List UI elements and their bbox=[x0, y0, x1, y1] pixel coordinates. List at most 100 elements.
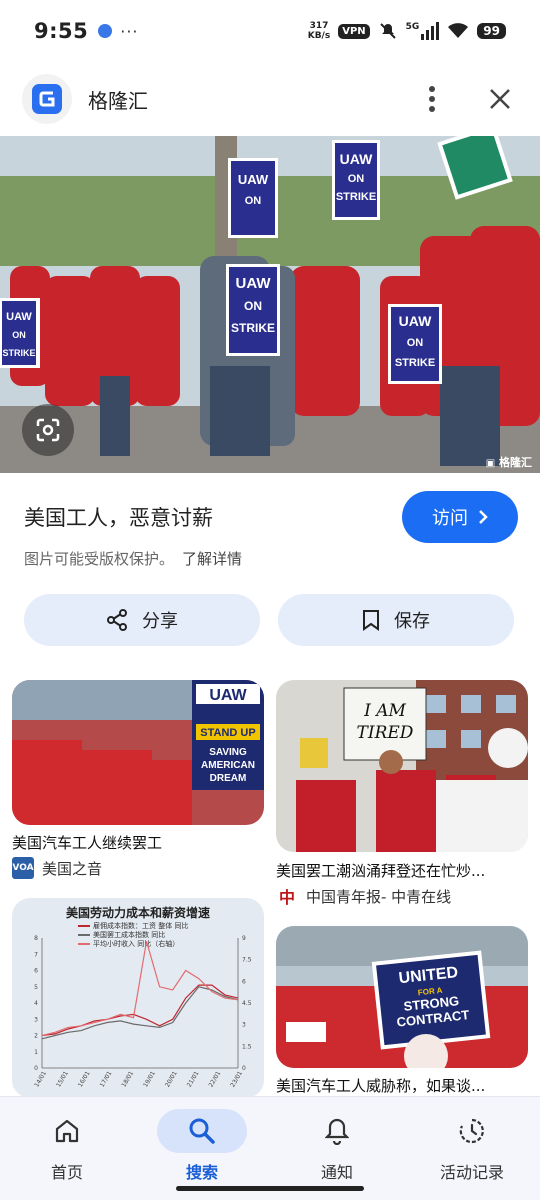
x-tick-label: 16/01 bbox=[77, 1070, 92, 1089]
y-right-tick-label: 1.5 bbox=[242, 1043, 252, 1050]
y-left-tick-label: 7 bbox=[34, 951, 38, 958]
x-tick-label: 15/01 bbox=[55, 1070, 70, 1089]
x-tick-label: 19/01 bbox=[142, 1070, 157, 1089]
share-button[interactable]: 分享 bbox=[24, 594, 260, 646]
y-left-tick-label: 4 bbox=[34, 1000, 38, 1007]
svg-text:ON: ON bbox=[12, 330, 26, 340]
result-title: 美国工人，恶意讨薪 bbox=[24, 506, 213, 530]
svg-text:UAW: UAW bbox=[399, 313, 432, 329]
status-bar: 9:55 ··· 317 KB/s VPN 5G 99 bbox=[0, 0, 540, 62]
y-right-tick-label: 3 bbox=[242, 1022, 246, 1029]
svg-text:ON: ON bbox=[244, 299, 262, 313]
x-tick-label: 21/01 bbox=[186, 1070, 201, 1089]
y-right-tick-label: 9 bbox=[242, 935, 246, 942]
related-caption-2[interactable]: 美国罢工潮汹涌拜登还在忙炒... bbox=[276, 860, 528, 881]
x-tick-label: 14/01 bbox=[33, 1070, 48, 1089]
svg-text:UAW: UAW bbox=[209, 687, 247, 704]
x-tick-label: 22/01 bbox=[208, 1070, 223, 1089]
y-left-tick-label: 2 bbox=[34, 1033, 38, 1040]
result-header: 格隆汇 bbox=[0, 70, 540, 128]
x-tick-label: 17/01 bbox=[99, 1070, 114, 1089]
battery-icon: 99 bbox=[477, 23, 506, 39]
site-logo[interactable] bbox=[22, 74, 72, 124]
related-image-2[interactable]: I AM TIRED bbox=[276, 680, 528, 852]
svg-text:UAW: UAW bbox=[238, 172, 269, 187]
series-line-3 bbox=[41, 941, 239, 1037]
related-source-2: 中 中国青年报- 中青在线 bbox=[276, 885, 451, 908]
svg-text:STRIKE: STRIKE bbox=[2, 348, 35, 358]
bookmark-icon bbox=[363, 610, 379, 631]
y-left-tick-label: 6 bbox=[34, 968, 38, 975]
y-left-tick-label: 0 bbox=[34, 1065, 38, 1072]
chevron-right-icon bbox=[479, 510, 488, 524]
status-time: 9:55 bbox=[34, 19, 89, 43]
lens-icon bbox=[36, 418, 60, 442]
svg-text:STAND UP: STAND UP bbox=[200, 727, 255, 739]
y-right-tick-label: 6 bbox=[242, 978, 246, 985]
network-speed: 317 KB/s bbox=[307, 21, 331, 41]
y-left-tick-label: 1 bbox=[34, 1049, 38, 1056]
gelonghui-logo-icon bbox=[39, 91, 55, 107]
history-icon bbox=[459, 1118, 484, 1144]
wifi-icon bbox=[448, 23, 469, 38]
svg-text:ON: ON bbox=[245, 195, 262, 207]
series-line-2 bbox=[41, 986, 239, 1040]
related-image-1[interactable]: UAW STAND UP SAVING AMERICAN DREAM bbox=[12, 680, 264, 825]
y-left-tick-label: 5 bbox=[34, 984, 38, 991]
svg-text:ON: ON bbox=[348, 173, 365, 185]
x-tick-label: 18/01 bbox=[120, 1070, 135, 1089]
bottom-navigation: 首页 搜索 通知 活动记录 bbox=[0, 1096, 540, 1200]
related-caption-1[interactable]: 美国汽车工人继续罢工 bbox=[12, 832, 264, 853]
home-icon bbox=[55, 1119, 79, 1143]
image-watermark: ▣ 格隆汇 bbox=[485, 456, 532, 469]
voa-logo-icon: VOA bbox=[12, 857, 34, 879]
svg-text:ON: ON bbox=[407, 337, 424, 349]
search-icon bbox=[189, 1118, 215, 1144]
google-lens-button[interactable] bbox=[22, 404, 74, 456]
more-vert-icon bbox=[429, 86, 435, 112]
share-icon bbox=[107, 609, 127, 631]
strike-photo: UAW ON UAW ON STRIKE UAW ON STRIKE UAW O… bbox=[0, 136, 540, 473]
svg-text:UAW: UAW bbox=[236, 275, 272, 292]
svg-text:STRIKE: STRIKE bbox=[231, 321, 275, 335]
close-icon bbox=[490, 89, 510, 109]
x-tick-label: 23/01 bbox=[229, 1070, 244, 1089]
related-source-1: VOA 美国之音 bbox=[12, 857, 102, 879]
svg-text:STRIKE: STRIKE bbox=[395, 357, 435, 369]
bell-icon bbox=[325, 1118, 349, 1145]
learn-more-link[interactable]: 了解详情 bbox=[182, 550, 242, 568]
y-right-tick-label: 4.5 bbox=[242, 1000, 252, 1007]
x-tick-label: 20/01 bbox=[164, 1070, 179, 1089]
cyol-logo-icon: 中 bbox=[278, 888, 295, 907]
hero-image[interactable]: UAW ON UAW ON STRIKE UAW ON STRIKE UAW O… bbox=[0, 136, 540, 473]
y-left-tick-label: 3 bbox=[34, 1016, 38, 1023]
nav-notifications[interactable]: 通知 bbox=[287, 1109, 387, 1183]
nav-home[interactable]: 首页 bbox=[17, 1109, 117, 1183]
more-notifications-icon: ··· bbox=[120, 21, 139, 41]
more-options-button[interactable] bbox=[414, 81, 450, 117]
signal-icon: 5G bbox=[406, 22, 440, 40]
close-button[interactable] bbox=[482, 81, 518, 117]
site-name[interactable]: 格隆汇 bbox=[88, 85, 148, 114]
svg-text:UAW: UAW bbox=[6, 311, 32, 323]
chart-plot: 0 1 2 3 4 5 6 7 8 0 1.5 3 4.5 6 7.5 9 14/01 15/01 16/01 17/… bbox=[33, 935, 252, 1089]
svg-text:UAW: UAW bbox=[340, 151, 373, 167]
related-image-3[interactable]: 美国劳动力成本和薪资增速 雇佣成本指数：工资 整体 同比 美国罢工成本指数 同比… bbox=[12, 898, 264, 1098]
watermark-logo-icon: ▣ bbox=[485, 458, 496, 469]
app-notification-icon bbox=[98, 24, 113, 38]
nav-activity[interactable]: 活动记录 bbox=[422, 1109, 522, 1183]
y-right-tick-label: 0 bbox=[242, 1065, 246, 1072]
nav-search[interactable]: 搜索 bbox=[152, 1109, 252, 1183]
y-right-tick-label: 7.5 bbox=[242, 957, 252, 964]
svg-text:STRIKE: STRIKE bbox=[336, 191, 376, 203]
mute-icon bbox=[379, 23, 396, 39]
y-left-tick-label: 8 bbox=[34, 935, 38, 942]
save-button[interactable]: 保存 bbox=[278, 594, 514, 646]
related-caption-4[interactable]: 美国汽车工人威胁称，如果谈... bbox=[276, 1075, 528, 1096]
related-image-4[interactable]: UNITED FOR A STRONG CONTRACT bbox=[276, 926, 528, 1068]
result-title-row: 美国工人，恶意讨薪 访问 bbox=[24, 490, 518, 544]
visit-button[interactable]: 访问 bbox=[402, 491, 518, 543]
home-indicator[interactable] bbox=[176, 1186, 364, 1191]
series-line-1 bbox=[41, 984, 239, 1037]
vpn-icon: VPN bbox=[338, 23, 370, 39]
